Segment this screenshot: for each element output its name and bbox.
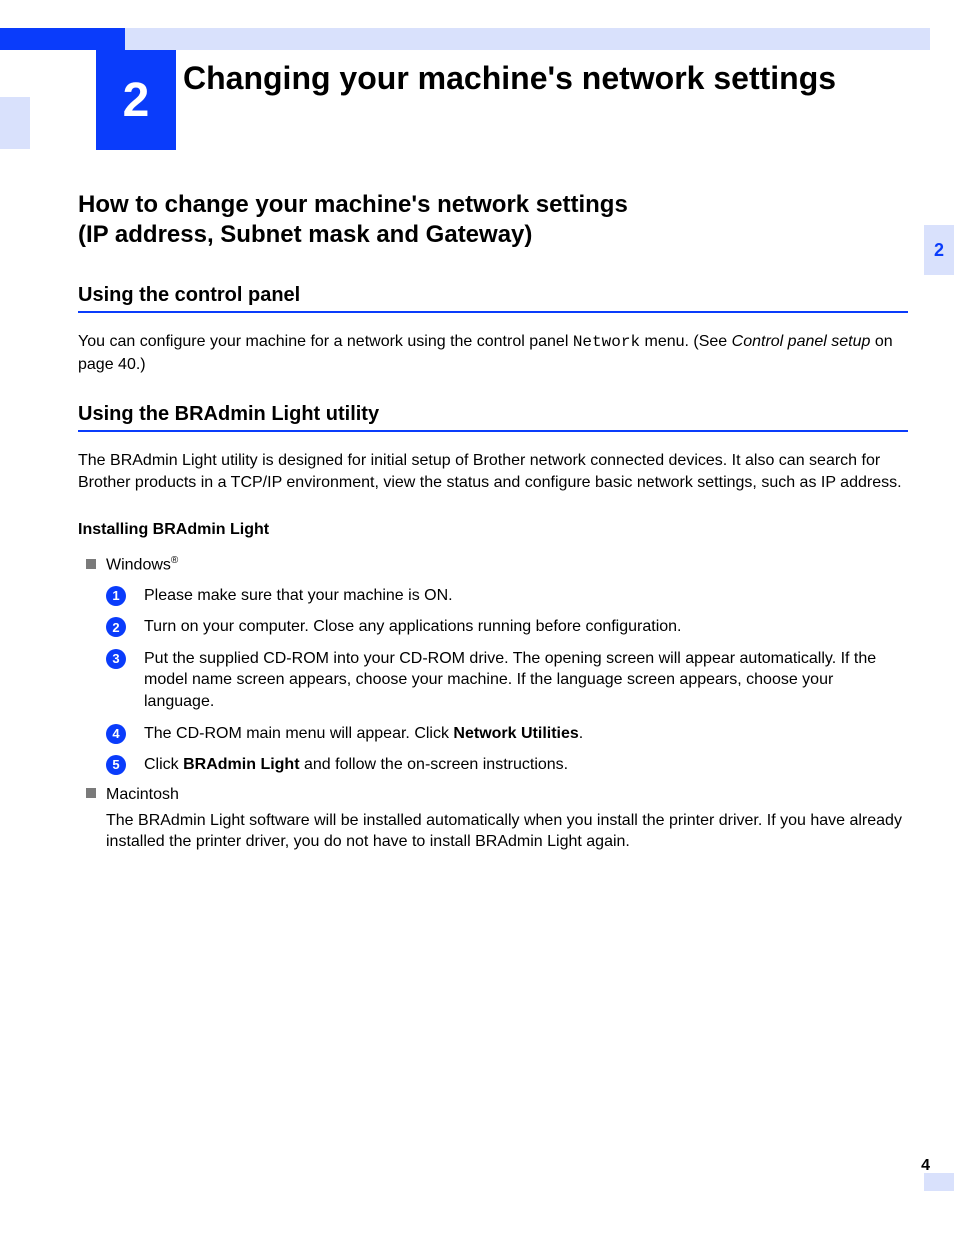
xref-italic: Control panel setup: [732, 333, 871, 350]
chapter-number: 2: [123, 73, 150, 128]
mac-paragraph: The BRAdmin Light software will be insta…: [106, 810, 908, 853]
chapter-number-box: 2: [96, 50, 176, 150]
step-text: Please make sure that your machine is ON…: [144, 587, 453, 604]
page: 2 Changing your machine's network settin…: [0, 0, 954, 1235]
os-windows-line: Windows®: [86, 555, 908, 574]
side-tab: 2: [924, 225, 954, 275]
header-accent-left: [0, 28, 125, 50]
control-panel-paragraph: You can configure your machine for a net…: [78, 331, 908, 375]
page-number: 4: [921, 1157, 930, 1175]
step-number-icon: 2: [106, 617, 126, 637]
header-band: [125, 28, 930, 50]
step-number-icon: 4: [106, 724, 126, 744]
step-text-pre: The CD-ROM main menu will appear. Click: [144, 725, 453, 742]
square-bullet-icon: [86, 559, 96, 569]
os-windows-label: Windows: [106, 557, 171, 574]
install-heading: Installing BRAdmin Light: [78, 521, 908, 539]
side-tab-label: 2: [934, 240, 944, 261]
bradmin-paragraph: The BRAdmin Light utility is designed fo…: [78, 450, 908, 493]
step-number-icon: 3: [106, 649, 126, 669]
step-3: 3 Put the supplied CD-ROM into your CD-R…: [106, 648, 908, 713]
subsection-heading-control-panel: Using the control panel: [78, 284, 908, 313]
step-number-icon: 1: [106, 586, 126, 606]
step-2: 2 Turn on your computer. Close any appli…: [106, 616, 908, 638]
step-4: 4 The CD-ROM main menu will appear. Clic…: [106, 723, 908, 745]
step-1: 1 Please make sure that your machine is …: [106, 585, 908, 607]
content: How to change your machine's network set…: [78, 190, 908, 853]
section-heading: How to change your machine's network set…: [78, 190, 908, 250]
os-mac-line: Macintosh: [86, 786, 908, 804]
os-mac-label: Macintosh: [106, 786, 179, 803]
subsection-heading-bradmin: Using the BRAdmin Light utility: [78, 403, 908, 432]
step-text-pre: Click: [144, 756, 183, 773]
step-text-post: and follow the on-screen instructions.: [300, 756, 569, 773]
step-number-icon: 5: [106, 755, 126, 775]
step-text-bold: BRAdmin Light: [183, 756, 299, 773]
menu-name-mono: Network: [573, 333, 640, 351]
left-margin-accent: [0, 97, 30, 149]
page-number-accent: [924, 1173, 954, 1191]
registered-mark: ®: [171, 555, 178, 566]
text: menu. (See: [640, 333, 732, 350]
chapter-title-wrap: Changing your machine's network settings: [183, 58, 903, 98]
step-text: Turn on your computer. Close any applica…: [144, 618, 682, 635]
square-bullet-icon: [86, 788, 96, 798]
section-heading-line-1: How to change your machine's network set…: [78, 191, 628, 218]
step-5: 5 Click BRAdmin Light and follow the on-…: [106, 754, 908, 776]
step-text-post: .: [579, 725, 583, 742]
text: You can configure your machine for a net…: [78, 333, 573, 350]
chapter-title: Changing your machine's network settings: [183, 58, 903, 98]
step-text: Put the supplied CD-ROM into your CD-ROM…: [144, 650, 876, 710]
step-text-bold: Network Utilities: [453, 725, 578, 742]
section-heading-line-2: (IP address, Subnet mask and Gateway): [78, 221, 532, 248]
